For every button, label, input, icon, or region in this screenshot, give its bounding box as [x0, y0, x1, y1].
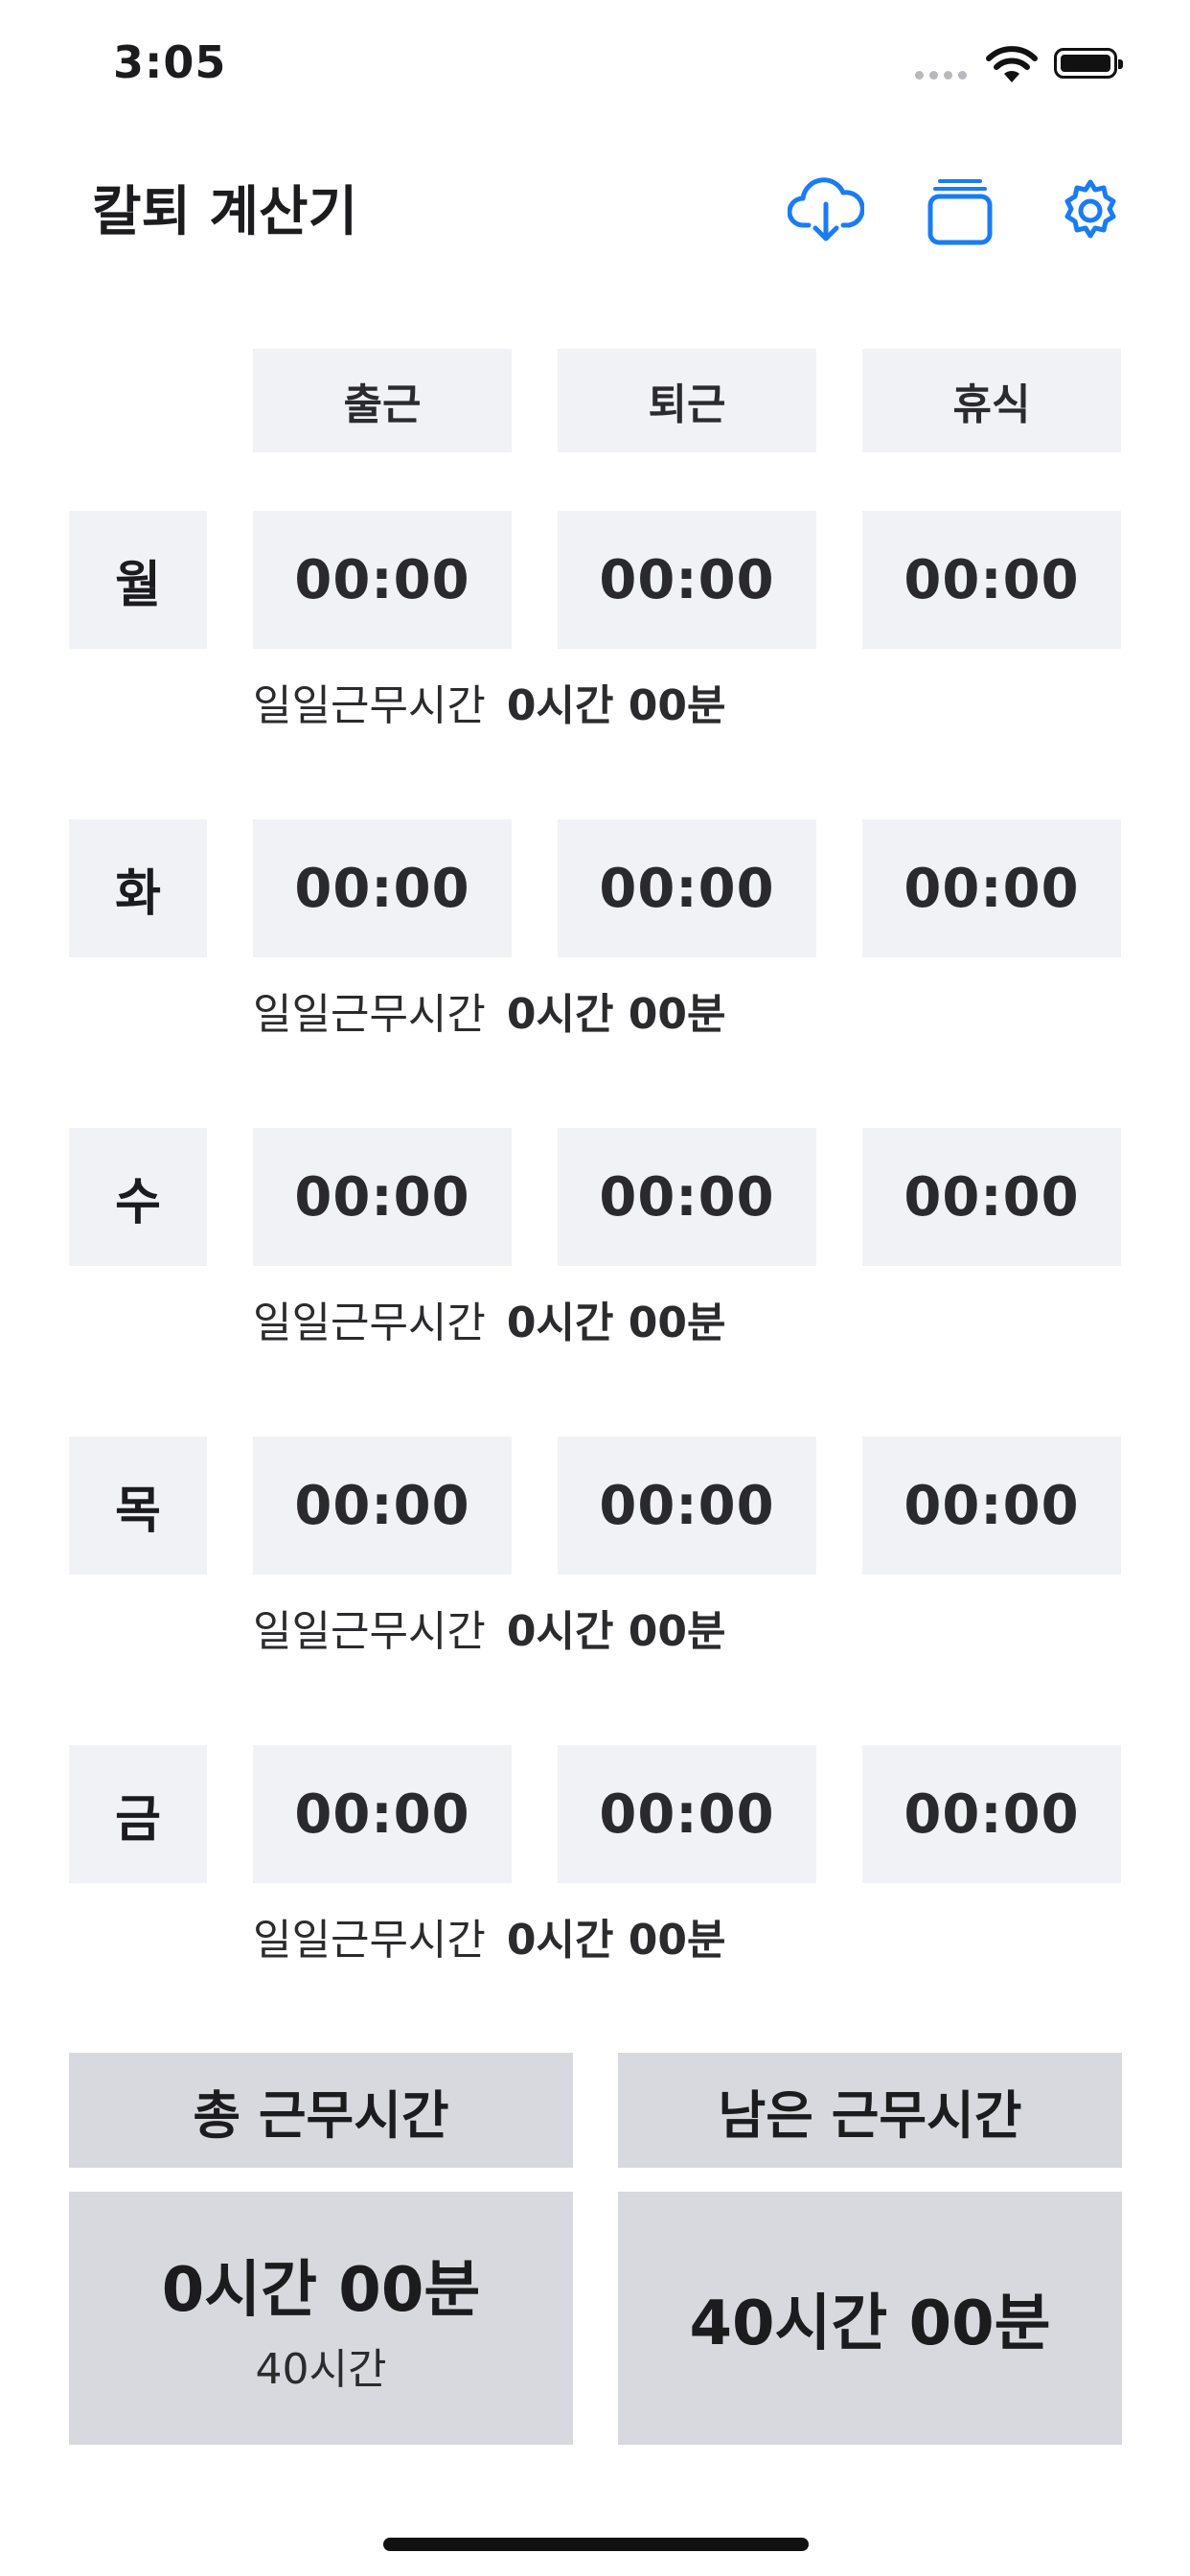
total-work-time-header: 총 근무시간 [69, 2053, 573, 2168]
column-header-break: 휴식 [862, 349, 1121, 452]
column-header-end: 퇴근 [558, 349, 816, 452]
day-label: 월 [69, 511, 207, 649]
daily-work-time: 일일근무시간 0시간 00분 [253, 671, 726, 732]
remaining-work-time-value: 40시간 00분 [689, 2288, 1051, 2359]
start-time-field[interactable]: 00:00 [253, 1128, 512, 1266]
download-button[interactable] [788, 172, 864, 249]
daily-work-label: 일일근무시간 [253, 681, 486, 730]
end-time-field[interactable]: 00:00 [558, 511, 816, 649]
daily-work-value: 0시간 00분 [506, 1299, 726, 1347]
daily-work-value: 0시간 00분 [506, 681, 726, 730]
break-time-field[interactable]: 00:00 [862, 819, 1121, 957]
daily-work-value: 0시간 00분 [506, 990, 726, 1039]
remaining-work-time-header: 남은 근무시간 [618, 2053, 1122, 2168]
battery-icon [1054, 48, 1123, 79]
daily-work-time: 일일근무시간 0시간 00분 [253, 1288, 726, 1349]
start-time-field[interactable]: 00:00 [253, 1437, 512, 1575]
daily-work-time: 일일근무시간 0시간 00분 [253, 1597, 726, 1658]
daily-work-time: 일일근무시간 0시간 00분 [253, 979, 726, 1041]
end-time-field[interactable]: 00:00 [558, 1437, 816, 1575]
home-indicator[interactable] [383, 2538, 809, 2551]
day-label: 금 [69, 1745, 207, 1883]
break-time-field[interactable]: 00:00 [862, 1745, 1121, 1883]
end-time-field[interactable]: 00:00 [558, 819, 816, 957]
column-header-start: 출근 [253, 349, 512, 452]
start-time-field[interactable]: 00:00 [253, 511, 512, 649]
daily-work-label: 일일근무시간 [253, 1916, 486, 1965]
settings-button[interactable] [1052, 172, 1129, 249]
break-time-field[interactable]: 00:00 [862, 511, 1121, 649]
day-label: 목 [69, 1437, 207, 1575]
daily-work-time: 일일근무시간 0시간 00분 [253, 1905, 726, 1966]
start-time-field[interactable]: 00:00 [253, 1745, 512, 1883]
break-time-field[interactable]: 00:00 [862, 1128, 1121, 1266]
daily-work-label: 일일근무시간 [253, 1299, 486, 1347]
day-label: 수 [69, 1128, 207, 1266]
daily-work-label: 일일근무시간 [253, 1607, 486, 1656]
total-work-time-panel: 0시간 00분 40시간 [69, 2192, 573, 2445]
weekly-target-hours: 40시간 [255, 2345, 387, 2394]
daily-work-value: 0시간 00분 [506, 1916, 726, 1965]
daily-work-label: 일일근무시간 [253, 990, 486, 1039]
cards-button[interactable] [922, 172, 998, 249]
daily-work-value: 0시간 00분 [506, 1607, 726, 1656]
cloud-download-icon [788, 177, 864, 242]
remaining-work-time-panel: 40시간 00분 [618, 2192, 1122, 2445]
end-time-field[interactable]: 00:00 [558, 1745, 816, 1883]
total-work-time-value: 0시간 00분 [161, 2255, 481, 2326]
break-time-field[interactable]: 00:00 [862, 1437, 1121, 1575]
stacked-cards-icon [927, 179, 993, 245]
signal-dots-icon [915, 71, 969, 80]
end-time-field[interactable]: 00:00 [558, 1128, 816, 1266]
day-label: 화 [69, 819, 207, 957]
page-title: 칼퇴 계산기 [92, 181, 358, 243]
status-time: 3:05 [113, 36, 227, 88]
start-time-field[interactable]: 00:00 [253, 819, 512, 957]
gear-icon [1064, 179, 1116, 239]
wifi-icon [986, 46, 1038, 82]
